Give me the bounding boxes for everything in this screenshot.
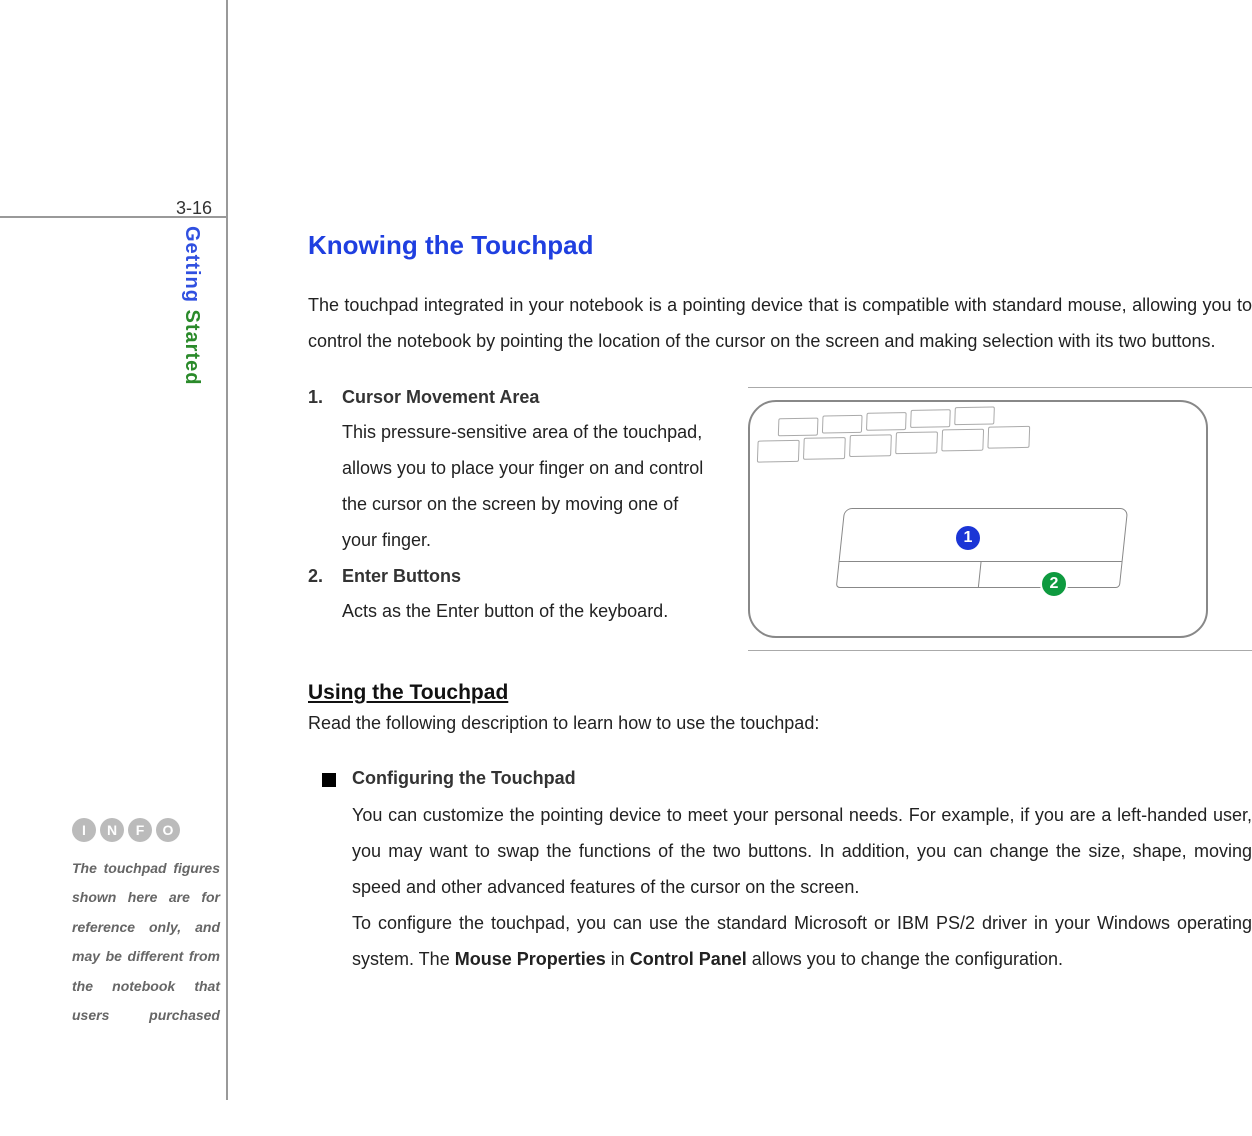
key-shape xyxy=(910,409,951,428)
list-number: 1. xyxy=(308,387,328,408)
callout-2: 2 xyxy=(1040,570,1068,598)
section-label-word1: Getting xyxy=(181,226,203,303)
subheading: Using the Touchpad xyxy=(308,681,1252,705)
list-title: Cursor Movement Area xyxy=(342,387,539,408)
numbered-list: 1. Cursor Movement Area This pressure-se… xyxy=(308,387,718,637)
bullet-item: Configuring the Touchpad You can customi… xyxy=(308,768,1252,977)
square-bullet-icon xyxy=(322,773,336,787)
info-note: The touchpad figures shown here are for … xyxy=(72,854,220,1030)
key-shape xyxy=(803,437,846,460)
list-description: This pressure-sensitive area of the touc… xyxy=(342,414,718,558)
key-shape xyxy=(866,412,907,431)
key-shape xyxy=(849,434,892,457)
bullet-body: You can customize the pointing device to… xyxy=(352,797,1252,977)
list-description: Acts as the Enter button of the keyboard… xyxy=(342,593,718,629)
list-number: 2. xyxy=(308,566,328,587)
touchpad-figure: 1 2 xyxy=(748,400,1208,638)
sidebar-divider xyxy=(226,0,228,1100)
info-badge: I N F O xyxy=(72,818,180,842)
key-shape xyxy=(941,429,984,452)
bullet-content: Configuring the Touchpad You can customi… xyxy=(352,768,1252,977)
section-label: Getting Started xyxy=(180,226,203,385)
list-item: 1. Cursor Movement Area This pressure-se… xyxy=(308,387,718,558)
bullet-title: Configuring the Touchpad xyxy=(352,768,1252,789)
keyboard-illustration xyxy=(757,393,1060,468)
key-shape xyxy=(954,407,995,426)
figure-row: 1. Cursor Movement Area This pressure-se… xyxy=(308,387,1252,651)
info-letter-f-icon: F xyxy=(128,818,152,842)
key-shape xyxy=(757,440,800,463)
section-label-word2: Started xyxy=(181,303,203,385)
key-shape xyxy=(895,431,938,454)
key-shape xyxy=(822,415,863,434)
sub-intro: Read the following description to learn … xyxy=(308,713,1252,734)
intro-paragraph: The touchpad integrated in your notebook… xyxy=(308,287,1252,359)
info-letter-i-icon: I xyxy=(72,818,96,842)
bullet-text: allows you to change the configuration. xyxy=(747,949,1063,969)
page-title: Knowing the Touchpad xyxy=(308,230,1252,261)
list-item: 2. Enter Buttons Acts as the Enter butto… xyxy=(308,566,718,629)
touchpad-button-divider xyxy=(978,561,982,587)
callout-1: 1 xyxy=(954,524,982,552)
touchpad-body xyxy=(836,508,1128,588)
info-letter-n-icon: N xyxy=(100,818,124,842)
key-shape xyxy=(778,418,819,437)
figure-rule-bottom xyxy=(748,650,1252,651)
bullet-text: You can customize the pointing device to… xyxy=(352,805,1252,897)
figure-wrap: 1 2 xyxy=(748,387,1252,651)
key-shape xyxy=(987,426,1030,449)
bold-term: Control Panel xyxy=(630,949,747,969)
bold-term: Mouse Properties xyxy=(455,949,606,969)
bullet-text: in xyxy=(606,949,630,969)
info-letter-o-icon: O xyxy=(156,818,180,842)
list-title: Enter Buttons xyxy=(342,566,461,587)
main-content: Knowing the Touchpad The touchpad integr… xyxy=(308,230,1252,977)
header-rule xyxy=(0,216,226,218)
figure-rule-top xyxy=(748,387,1252,388)
